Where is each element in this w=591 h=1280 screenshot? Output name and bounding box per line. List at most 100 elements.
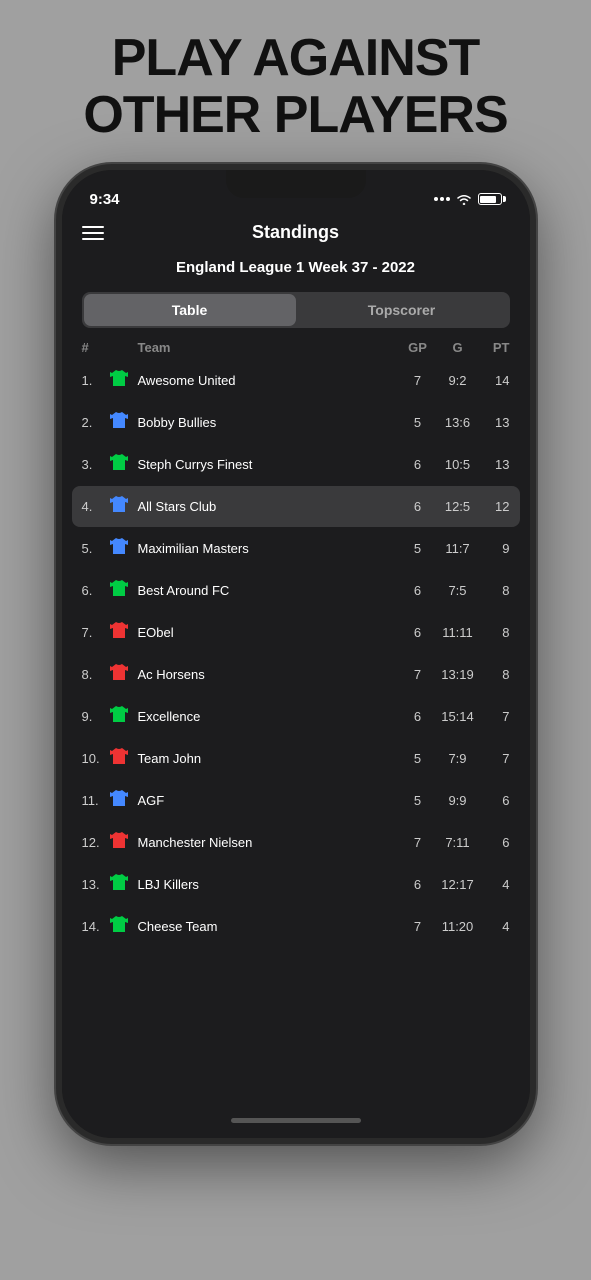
team-name: Bobby Bullies [138, 415, 400, 430]
home-bar [231, 1118, 361, 1123]
team-jersey [110, 916, 138, 937]
team-rank: 5. [82, 541, 110, 556]
team-row: 10. Team John 5 7:9 7 [72, 738, 520, 779]
team-g: 9:2 [436, 373, 480, 388]
team-row: 11. AGF 5 9:9 6 [72, 780, 520, 821]
team-row: 4. All Stars Club 6 12:5 12 [72, 486, 520, 527]
team-rank: 10. [82, 751, 110, 766]
home-indicator [62, 1108, 530, 1138]
team-rank: 2. [82, 415, 110, 430]
team-rank: 1. [82, 373, 110, 388]
team-jersey [110, 454, 138, 475]
team-row: 6. Best Around FC 6 7:5 8 [72, 570, 520, 611]
team-g: 12:17 [436, 877, 480, 892]
team-name: All Stars Club [138, 499, 400, 514]
team-g: 11:20 [436, 919, 480, 934]
team-rank: 12. [82, 835, 110, 850]
team-row: 1. Awesome United 7 9:2 14 [72, 360, 520, 401]
team-row: 13. LBJ Killers 6 12:17 4 [72, 864, 520, 905]
team-pt: 4 [480, 919, 510, 934]
standings-list: 1. Awesome United 7 9:2 14 2. Bobby Bull… [62, 359, 530, 1108]
header-g: G [436, 340, 480, 355]
tab-topscorer[interactable]: Topscorer [296, 294, 508, 326]
team-jersey [110, 496, 138, 517]
team-pt: 4 [480, 877, 510, 892]
team-gp: 5 [400, 541, 436, 556]
team-rank: 4. [82, 499, 110, 514]
team-gp: 7 [400, 373, 436, 388]
team-jersey [110, 580, 138, 601]
team-jersey [110, 790, 138, 811]
team-pt: 13 [480, 457, 510, 472]
team-gp: 6 [400, 625, 436, 640]
team-jersey [110, 832, 138, 853]
team-row: 8. Ac Horsens 7 13:19 8 [72, 654, 520, 695]
team-pt: 7 [480, 751, 510, 766]
team-name: Cheese Team [138, 919, 400, 934]
league-title: England League 1 Week 37 - 2022 [62, 251, 530, 284]
team-g: 13:6 [436, 415, 480, 430]
team-row: 5. Maximilian Masters 5 11:7 9 [72, 528, 520, 569]
team-pt: 14 [480, 373, 510, 388]
team-jersey [110, 370, 138, 391]
team-pt: 12 [480, 499, 510, 514]
header-team: Team [138, 340, 400, 355]
team-pt: 6 [480, 793, 510, 808]
team-pt: 8 [480, 667, 510, 682]
status-icons [434, 193, 502, 205]
team-name: Awesome United [138, 373, 400, 388]
team-row: 9. Excellence 6 15:14 7 [72, 696, 520, 737]
notch [226, 170, 366, 198]
team-gp: 5 [400, 415, 436, 430]
team-name: Manchester Nielsen [138, 835, 400, 850]
headline-line2: OTHER PLAYERS [83, 86, 507, 144]
team-pt: 7 [480, 709, 510, 724]
team-rank: 14. [82, 919, 110, 934]
hamburger-menu[interactable] [82, 226, 104, 240]
team-name: LBJ Killers [138, 877, 400, 892]
team-pt: 8 [480, 625, 510, 640]
team-g: 12:5 [436, 499, 480, 514]
team-gp: 5 [400, 751, 436, 766]
team-gp: 6 [400, 709, 436, 724]
team-name: Excellence [138, 709, 400, 724]
battery-icon [478, 193, 502, 205]
team-name: Best Around FC [138, 583, 400, 598]
headline-line1: PLAY AGAINST [112, 29, 480, 87]
signal-icon [434, 197, 450, 201]
team-name: EObel [138, 625, 400, 640]
team-jersey [110, 664, 138, 685]
phone-screen: 9:34 Stand [62, 170, 530, 1138]
team-jersey [110, 748, 138, 769]
team-pt: 6 [480, 835, 510, 850]
team-gp: 6 [400, 457, 436, 472]
team-g: 10:5 [436, 457, 480, 472]
team-rank: 9. [82, 709, 110, 724]
header-pt: PT [480, 340, 510, 355]
headline: PLAY AGAINST OTHER PLAYERS [63, 0, 527, 164]
nav-title: Standings [252, 222, 339, 243]
team-gp: 5 [400, 793, 436, 808]
team-rank: 8. [82, 667, 110, 682]
table-header: # Team GP G PT [62, 336, 530, 359]
phone-device: 9:34 Stand [56, 164, 536, 1144]
team-g: 11:7 [436, 541, 480, 556]
tab-table[interactable]: Table [84, 294, 296, 326]
team-g: 7:11 [436, 835, 480, 850]
tab-bar: Table Topscorer [82, 292, 510, 328]
status-time: 9:34 [90, 191, 120, 208]
team-jersey [110, 538, 138, 559]
team-gp: 7 [400, 667, 436, 682]
team-gp: 6 [400, 877, 436, 892]
team-jersey [110, 622, 138, 643]
team-rank: 11. [82, 793, 110, 808]
nav-bar: Standings [62, 214, 530, 251]
team-row: 12. Manchester Nielsen 7 7:11 6 [72, 822, 520, 863]
team-pt: 8 [480, 583, 510, 598]
team-rank: 7. [82, 625, 110, 640]
team-row: 14. Cheese Team 7 11:20 4 [72, 906, 520, 947]
team-g: 13:19 [436, 667, 480, 682]
team-name: Team John [138, 751, 400, 766]
team-gp: 7 [400, 835, 436, 850]
header-rank: # [82, 340, 110, 355]
